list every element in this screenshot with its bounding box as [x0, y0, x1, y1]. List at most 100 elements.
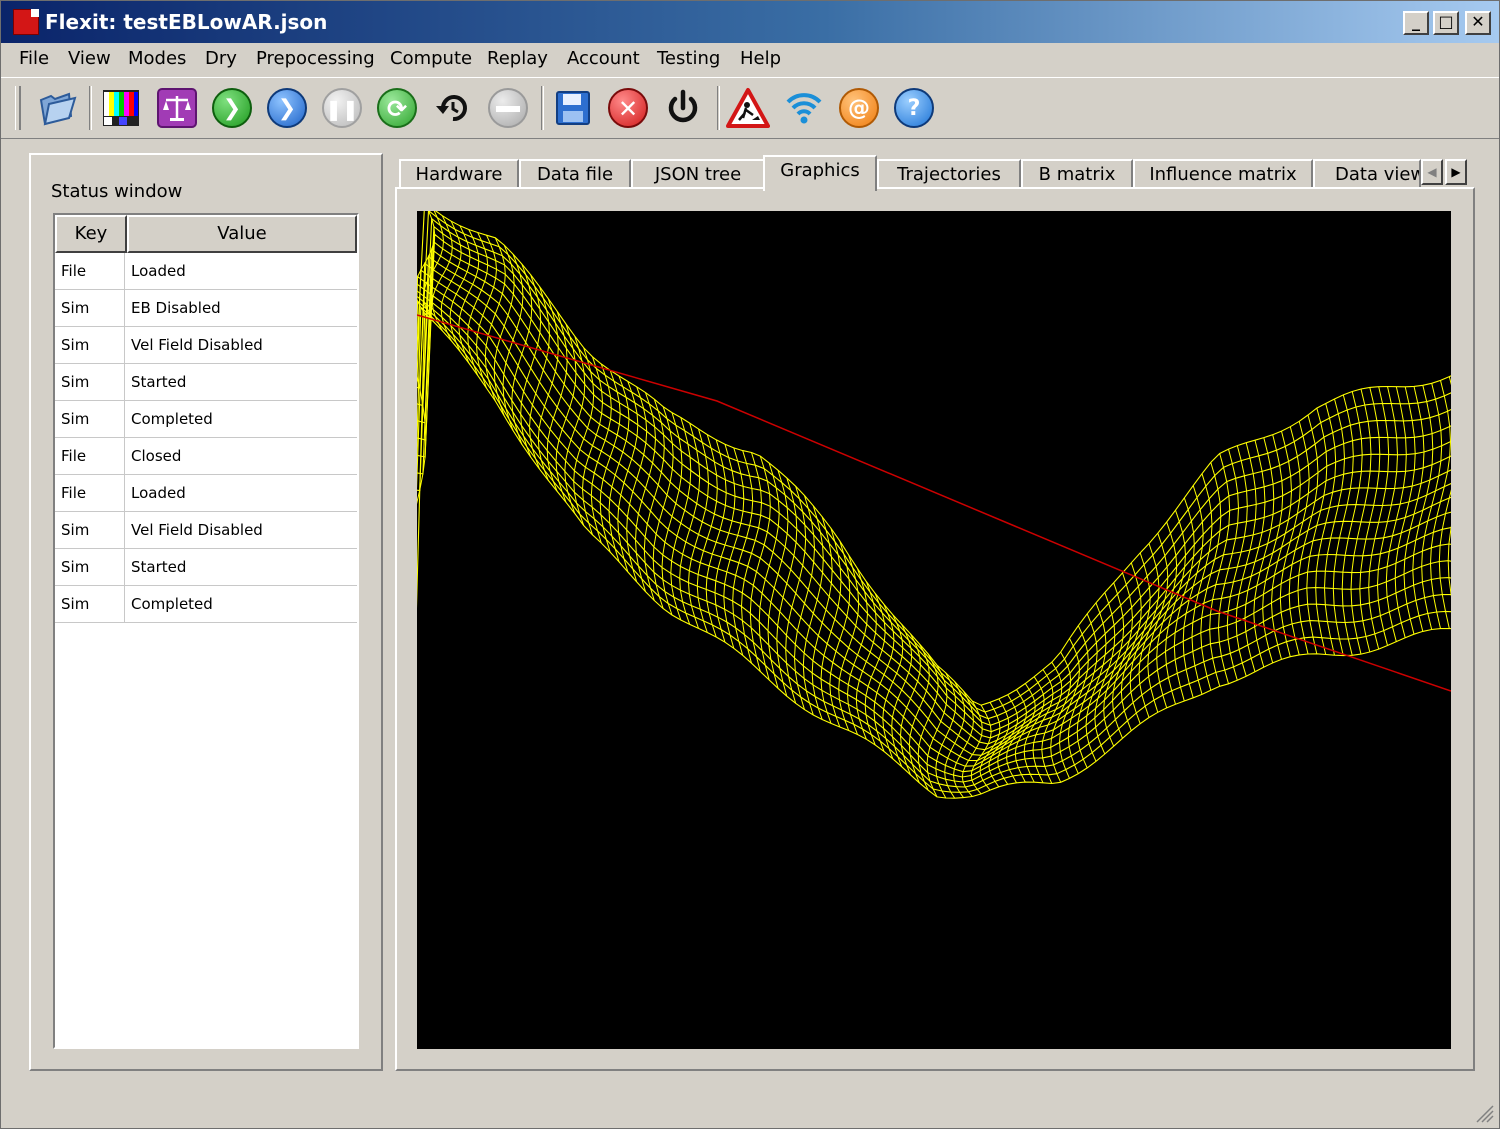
- wifi-button[interactable]: [782, 86, 826, 130]
- minimize-button[interactable]: _: [1403, 11, 1429, 35]
- color-bars-button[interactable]: [99, 86, 143, 130]
- maximize-icon: □: [1438, 12, 1454, 31]
- replay-history-button[interactable]: [431, 86, 475, 130]
- scales-icon: [157, 88, 197, 128]
- close-button[interactable]: ✕: [1465, 11, 1491, 35]
- window-title: Flexit: testEBLowAR.json: [45, 10, 328, 34]
- row-key: Sim: [55, 401, 125, 437]
- save-icon: [556, 91, 590, 125]
- tab-trajectories[interactable]: Trajectories: [877, 159, 1021, 189]
- email-at-icon: @: [839, 88, 879, 128]
- tab-json-tree[interactable]: JSON tree: [631, 159, 765, 189]
- chevron-right-icon: ▶: [1451, 165, 1461, 179]
- table-row[interactable]: Sim EB Disabled: [55, 290, 357, 327]
- menu-prepocessing[interactable]: Prepocessing: [256, 48, 375, 69]
- mesh-longitude-line: [417, 233, 1451, 733]
- table-row[interactable]: Sim Completed: [55, 586, 357, 623]
- table-row[interactable]: Sim Started: [55, 549, 357, 586]
- mesh-longitude-line: [417, 225, 1451, 726]
- column-header-key[interactable]: Key: [55, 215, 127, 253]
- cancel-button[interactable]: ✕: [606, 86, 650, 130]
- menu-compute[interactable]: Compute: [390, 48, 472, 69]
- tab-influence-matrix[interactable]: Influence matrix: [1133, 159, 1313, 189]
- menu-account[interactable]: Account: [567, 48, 640, 69]
- mesh-latitude-line: [1217, 448, 1240, 684]
- mesh-latitude-line: [1341, 391, 1363, 656]
- scales-button[interactable]: [155, 86, 199, 130]
- pause-icon: ❚❚: [322, 88, 362, 128]
- graphics-viewport[interactable]: [417, 211, 1451, 1049]
- row-key: File: [55, 438, 125, 474]
- step-button[interactable]: ❯: [265, 86, 309, 130]
- refresh-button[interactable]: ⟳: [375, 86, 419, 130]
- tab-scroll-right-button[interactable]: ▶: [1445, 159, 1467, 185]
- mesh-longitude-line: [417, 255, 1451, 751]
- tab-b-matrix[interactable]: B matrix: [1021, 159, 1133, 189]
- pause-button[interactable]: ❚❚: [320, 86, 364, 130]
- stop-gray-icon: [488, 88, 528, 128]
- help-button[interactable]: ?: [892, 86, 936, 130]
- run-button[interactable]: ❯: [210, 86, 254, 130]
- cancel-red-icon: ✕: [608, 88, 648, 128]
- roadwork-warning-icon: [726, 88, 770, 128]
- menu-modes[interactable]: Modes: [128, 48, 186, 69]
- color-bars-icon: [103, 90, 139, 126]
- table-row[interactable]: Sim Started: [55, 364, 357, 401]
- toolbar-separator: [541, 86, 544, 130]
- menu-replay[interactable]: Replay: [487, 48, 548, 69]
- save-button[interactable]: [551, 86, 595, 130]
- toolbar-separator: [717, 86, 720, 130]
- close-icon: ✕: [1471, 12, 1485, 31]
- tab-graphics[interactable]: Graphics: [763, 155, 877, 191]
- menu-view[interactable]: View: [68, 48, 111, 69]
- table-row[interactable]: Sim Completed: [55, 401, 357, 438]
- status-table[interactable]: Key Value File Loaded Sim EB Disabled Sim V…: [53, 213, 359, 1049]
- row-value: Vel Field Disabled: [131, 336, 263, 354]
- mesh-latitude-line: [1421, 383, 1443, 630]
- mesh-longitude-line: [417, 248, 1451, 745]
- run-green-icon: ❯: [212, 88, 252, 128]
- wifi-icon: [786, 93, 822, 124]
- table-row[interactable]: Sim Vel Field Disabled: [55, 512, 357, 549]
- open-folder-button[interactable]: [35, 86, 79, 130]
- app-window: Flexit: testEBLowAR.json _ □ ✕ File View…: [0, 0, 1500, 1129]
- table-row[interactable]: File Loaded: [55, 253, 357, 290]
- trajectory-line: [417, 314, 1451, 692]
- email-button[interactable]: @: [837, 86, 881, 130]
- tab-hardware[interactable]: Hardware: [399, 159, 519, 189]
- resize-grip-icon[interactable]: [1473, 1102, 1495, 1124]
- mesh-latitude-line: [484, 237, 506, 402]
- row-key: Sim: [55, 549, 125, 585]
- power-button[interactable]: [661, 86, 705, 130]
- table-row[interactable]: File Loaded: [55, 475, 357, 512]
- row-key: Sim: [55, 512, 125, 548]
- table-row[interactable]: File Closed: [55, 438, 357, 475]
- mesh-longitude-line: [417, 211, 1451, 706]
- stop-button[interactable]: [486, 86, 530, 130]
- maximize-button[interactable]: □: [1433, 11, 1459, 35]
- menu-dry[interactable]: Dry: [205, 48, 237, 69]
- menu-file[interactable]: File: [19, 48, 49, 69]
- column-header-value[interactable]: Value: [127, 215, 357, 253]
- mesh-latitude-line: [1368, 386, 1390, 650]
- mesh-latitude-line: [1332, 394, 1354, 656]
- open-folder-icon: [39, 92, 77, 126]
- roadwork-warning-button[interactable]: [726, 86, 770, 130]
- mesh-latitude-line: [1138, 543, 1160, 718]
- table-row[interactable]: Sim Vel Field Disabled: [55, 327, 357, 364]
- replay-history-icon: [436, 95, 467, 122]
- row-value: Started: [131, 373, 187, 391]
- wireframe-mesh: [417, 211, 1451, 799]
- mesh-latitude-line: [643, 399, 665, 601]
- menu-help[interactable]: Help: [740, 48, 781, 69]
- menu-testing[interactable]: Testing: [657, 48, 720, 69]
- minimize-icon: _: [1412, 12, 1420, 31]
- status-window-title: Status window: [51, 181, 183, 202]
- title-bar[interactable]: Flexit: testEBLowAR.json _ □ ✕: [1, 1, 1499, 43]
- tab-data-file[interactable]: Data file: [519, 159, 631, 189]
- tab-scroll-left-button[interactable]: ◀: [1421, 159, 1443, 185]
- toolbar: ❯ ❯ ❚❚ ⟳ ✕ @ ?: [1, 77, 1499, 139]
- help-icon: ?: [894, 88, 934, 128]
- toolbar-grip[interactable]: [15, 86, 21, 130]
- tab-data-view[interactable]: Data view: [1313, 159, 1421, 189]
